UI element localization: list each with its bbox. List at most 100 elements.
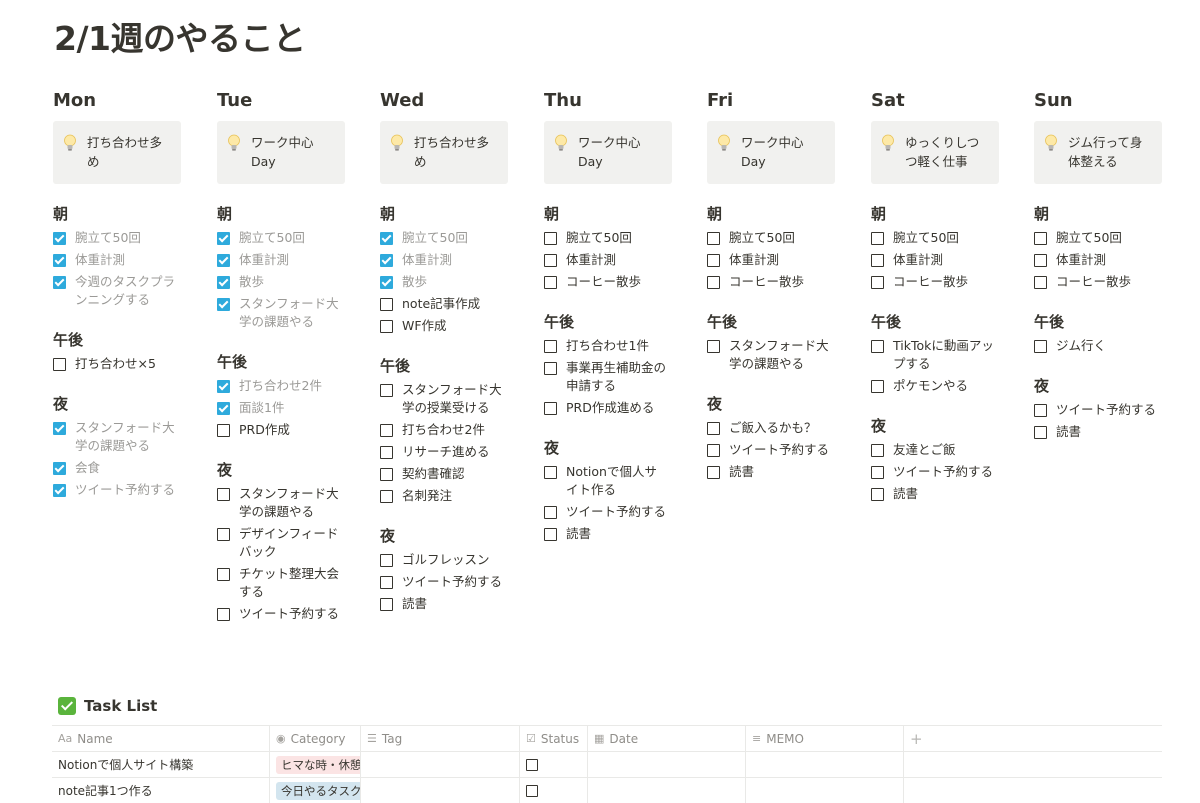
- checkbox[interactable]: [53, 358, 66, 371]
- checkbox[interactable]: [380, 446, 393, 459]
- todo-label[interactable]: ツイート予約する: [729, 441, 829, 459]
- todo-label[interactable]: 読書: [402, 595, 427, 613]
- table-row[interactable]: Notionで個人サイト構築 ヒマな時・休憩: [52, 752, 1162, 778]
- cell-date[interactable]: [588, 778, 746, 803]
- checkbox[interactable]: [544, 362, 557, 375]
- cell-status[interactable]: [520, 778, 588, 803]
- checkbox[interactable]: [871, 340, 884, 353]
- checkbox[interactable]: [1034, 340, 1047, 353]
- todo-label[interactable]: 腕立て50回: [893, 229, 959, 247]
- checkbox[interactable]: [217, 488, 230, 501]
- todo-label[interactable]: コーヒー散歩: [893, 273, 968, 291]
- todo-label[interactable]: 読書: [893, 485, 918, 503]
- cell-name[interactable]: Notionで個人サイト構築: [52, 752, 270, 777]
- todo-label[interactable]: コーヒー散歩: [1056, 273, 1131, 291]
- checkbox-checked[interactable]: [53, 254, 66, 267]
- checkbox[interactable]: [380, 320, 393, 333]
- checkbox[interactable]: [871, 380, 884, 393]
- cell-name[interactable]: note記事1つ作る: [52, 778, 270, 803]
- todo-label[interactable]: 散歩: [239, 273, 264, 291]
- checkbox-checked[interactable]: [217, 232, 230, 245]
- checkbox[interactable]: [380, 298, 393, 311]
- checkbox[interactable]: [1034, 404, 1047, 417]
- column-header-status[interactable]: ☑ Status: [520, 726, 588, 751]
- checkbox[interactable]: [871, 466, 884, 479]
- checkbox[interactable]: [380, 576, 393, 589]
- checkbox-checked[interactable]: [217, 380, 230, 393]
- checkbox[interactable]: [544, 402, 557, 415]
- checkbox[interactable]: [217, 424, 230, 437]
- column-header-name[interactable]: Aa Name: [52, 726, 270, 751]
- checkbox-checked[interactable]: [53, 422, 66, 435]
- day-callout[interactable]: 打ち合わせ多め: [380, 121, 508, 184]
- checkbox[interactable]: [707, 466, 720, 479]
- todo-label[interactable]: TikTokに動画アッ プする: [893, 337, 994, 373]
- todo-label[interactable]: 今週のタスクプラ ンニングする: [75, 273, 175, 309]
- todo-label[interactable]: 会食: [75, 459, 100, 477]
- checkbox[interactable]: [544, 276, 557, 289]
- checkbox-checked[interactable]: [53, 484, 66, 497]
- todo-label[interactable]: 読書: [1056, 423, 1081, 441]
- checkbox[interactable]: [1034, 254, 1047, 267]
- todo-label[interactable]: スタンフォード大 学の課題やる: [729, 337, 829, 373]
- todo-label[interactable]: 面談1件: [239, 399, 284, 417]
- column-header-memo[interactable]: ≡ MEMO: [746, 726, 904, 751]
- checkbox[interactable]: [380, 554, 393, 567]
- todo-label[interactable]: 散歩: [402, 273, 427, 291]
- checkbox-checked[interactable]: [380, 254, 393, 267]
- day-callout[interactable]: ワーク中心 Day: [544, 121, 672, 184]
- checkbox[interactable]: [871, 232, 884, 245]
- todo-label[interactable]: 友達とご飯: [893, 441, 956, 459]
- column-header-date[interactable]: ▦ Date: [588, 726, 746, 751]
- checkbox-checked[interactable]: [217, 298, 230, 311]
- todo-label[interactable]: PRD作成進める: [566, 399, 654, 417]
- checkbox[interactable]: [544, 340, 557, 353]
- todo-label[interactable]: 体重計測: [239, 251, 289, 269]
- todo-label[interactable]: スタンフォード大 学の課題やる: [75, 419, 175, 455]
- column-header-category[interactable]: ◉ Category: [270, 726, 361, 751]
- todo-label[interactable]: 体重計測: [1056, 251, 1106, 269]
- todo-label[interactable]: ツイート予約する: [1056, 401, 1156, 419]
- checkbox[interactable]: [217, 568, 230, 581]
- cell-memo[interactable]: [746, 752, 904, 777]
- cell-empty[interactable]: [904, 778, 1162, 803]
- todo-label[interactable]: 体重計測: [402, 251, 452, 269]
- status-checkbox[interactable]: [526, 784, 538, 797]
- day-callout[interactable]: ジム行って身 体整える: [1034, 121, 1162, 184]
- todo-label[interactable]: ツイート予約する: [75, 481, 175, 499]
- todo-label[interactable]: note記事作成: [402, 295, 480, 313]
- checkbox[interactable]: [380, 490, 393, 503]
- todo-label[interactable]: 腕立て50回: [75, 229, 141, 247]
- todo-label[interactable]: 体重計測: [893, 251, 943, 269]
- todo-label[interactable]: WF作成: [402, 317, 447, 335]
- checkbox[interactable]: [871, 276, 884, 289]
- checkbox[interactable]: [380, 424, 393, 437]
- checkbox[interactable]: [217, 608, 230, 621]
- checkbox[interactable]: [380, 384, 393, 397]
- todo-label[interactable]: 腕立て50回: [239, 229, 305, 247]
- checkbox-checked[interactable]: [217, 402, 230, 415]
- todo-label[interactable]: 体重計測: [566, 251, 616, 269]
- checkbox-checked[interactable]: [380, 276, 393, 289]
- checkbox-checked[interactable]: [53, 232, 66, 245]
- checkbox[interactable]: [871, 444, 884, 457]
- todo-label[interactable]: 腕立て50回: [566, 229, 632, 247]
- checkbox[interactable]: [217, 528, 230, 541]
- todo-label[interactable]: 打ち合わせ×5: [75, 355, 156, 373]
- todo-label[interactable]: ご飯入るかも？: [729, 419, 817, 437]
- day-callout[interactable]: 打ち合わせ多め: [53, 121, 181, 184]
- todo-label[interactable]: 腕立て50回: [402, 229, 468, 247]
- checkbox[interactable]: [380, 468, 393, 481]
- checkbox[interactable]: [380, 598, 393, 611]
- cell-empty[interactable]: [904, 752, 1162, 777]
- checkbox[interactable]: [707, 232, 720, 245]
- todo-label[interactable]: Notionで個人サ イト作る: [566, 463, 657, 499]
- cell-category[interactable]: ヒマな時・休憩: [270, 752, 361, 777]
- cell-date[interactable]: [588, 752, 746, 777]
- todo-label[interactable]: リサーチ進める: [402, 443, 490, 461]
- checkbox[interactable]: [707, 276, 720, 289]
- checkbox[interactable]: [544, 528, 557, 541]
- table-row[interactable]: note記事1つ作る 今日やるタスク: [52, 778, 1162, 803]
- todo-label[interactable]: 読書: [729, 463, 754, 481]
- todo-label[interactable]: ツイート予約する: [566, 503, 666, 521]
